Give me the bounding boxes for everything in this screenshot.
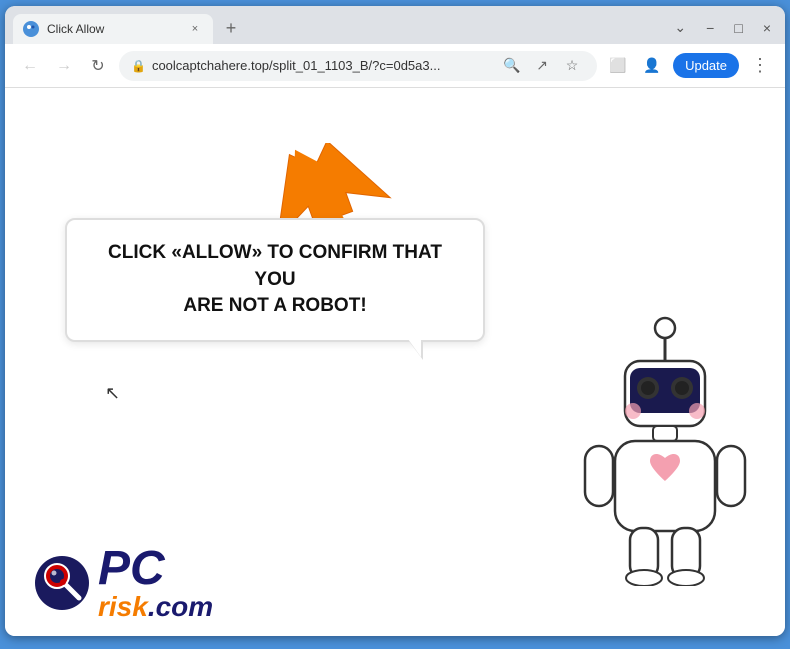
mouse-cursor-icon: ↖ <box>105 383 120 404</box>
title-bar: Click Allow × + ⌄ − □ × <box>5 6 785 44</box>
lock-icon: 🔒 <box>131 59 146 73</box>
share-button[interactable]: ↗ <box>529 53 555 79</box>
robot-illustration <box>565 306 765 586</box>
tab-title: Click Allow <box>47 22 179 36</box>
maximize-button[interactable]: □ <box>728 18 748 38</box>
minimize-button[interactable]: − <box>700 18 720 38</box>
search-button[interactable]: 🔍 <box>499 53 525 79</box>
window-controls: ⌄ − □ × <box>668 17 777 38</box>
menu-button[interactable]: ⋮ <box>747 53 773 79</box>
browser-window: Click Allow × + ⌄ − □ × ← → ↻ 🔒 coolcapt… <box>5 6 785 636</box>
pcrisk-icon <box>35 556 90 611</box>
new-tab-button[interactable]: + <box>217 14 245 42</box>
profile-button[interactable]: 👤 <box>639 53 665 79</box>
tab-favicon <box>23 21 39 37</box>
back-button[interactable]: ← <box>17 53 43 79</box>
tab-close-button[interactable]: × <box>187 21 203 37</box>
close-button[interactable]: × <box>757 18 777 38</box>
browser-tab[interactable]: Click Allow × <box>13 14 213 44</box>
page-content: CLICK «ALLOW» TO CONFIRM THAT YOU ARE NO… <box>5 88 785 636</box>
forward-button[interactable]: → <box>51 53 77 79</box>
captcha-message: CLICK «ALLOW» TO CONFIRM THAT YOU ARE NO… <box>92 240 458 320</box>
pc-logo-text: PC <box>98 545 165 593</box>
url-text: coolcaptchahere.top/split_01_1103_B/?c=0… <box>152 58 493 73</box>
speech-bubble: CLICK «ALLOW» TO CONFIRM THAT YOU ARE NO… <box>65 218 485 342</box>
logo-text: PC risk.com <box>98 545 213 621</box>
update-button[interactable]: Update <box>673 53 739 78</box>
pcrisk-logo: PC risk.com <box>35 545 213 621</box>
url-actions: 🔍 ↗ ☆ <box>499 53 585 79</box>
risk-logo-text: risk.com <box>98 593 213 621</box>
address-bar: ← → ↻ 🔒 coolcaptchahere.top/split_01_110… <box>5 44 785 88</box>
refresh-button[interactable]: ↻ <box>85 53 111 79</box>
url-bar[interactable]: 🔒 coolcaptchahere.top/split_01_1103_B/?c… <box>119 51 597 81</box>
chevron-down-icon[interactable]: ⌄ <box>668 17 692 38</box>
bookmark-button[interactable]: ☆ <box>559 53 585 79</box>
split-view-button[interactable]: ⬜ <box>605 53 631 79</box>
